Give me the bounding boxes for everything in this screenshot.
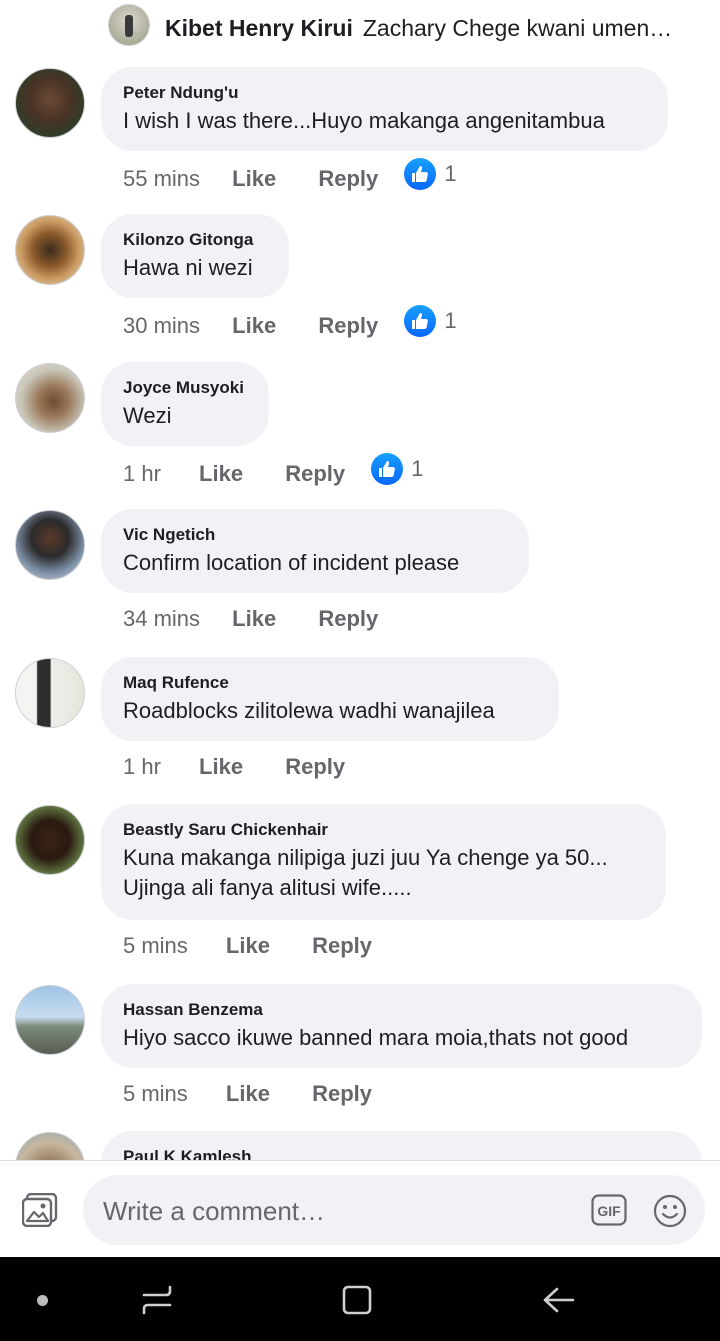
gif-icon[interactable]: GIF (591, 1194, 627, 1226)
comment-timestamp[interactable]: 1 hr (123, 754, 161, 780)
comment-actions: 30 mins Like Reply 1 (123, 305, 457, 340)
back-icon[interactable] (541, 1283, 577, 1317)
comment-actions: 5 mins Like Reply (123, 932, 372, 962)
like-button[interactable]: Like (199, 754, 243, 780)
comment-input[interactable] (101, 1189, 575, 1233)
comment-bubble[interactable]: Hassan Benzema Hiyo sacco ikuwe banned m… (101, 984, 702, 1068)
comment-text: Kuna makanga nilipiga juzi juu Ya chenge… (123, 843, 644, 903)
avatar[interactable] (15, 1132, 85, 1160)
reaction-count: 1 (444, 308, 457, 333)
avatar[interactable] (15, 510, 85, 580)
avatar[interactable] (15, 658, 85, 728)
comment-author[interactable]: Hassan Benzema (123, 999, 680, 1020)
comment-timestamp[interactable]: 34 mins (123, 606, 200, 632)
comment-bubble[interactable]: Kilonzo Gitonga Hawa ni wezi (101, 214, 289, 298)
comment-author[interactable]: Kilonzo Gitonga (123, 229, 267, 250)
home-icon[interactable] (340, 1283, 374, 1317)
reaction-summary[interactable]: 1 (404, 305, 457, 337)
comment-author[interactable]: Vic Ngetich (123, 524, 507, 545)
comment-author[interactable]: Peter Ndung'u (123, 82, 646, 103)
photo-icon[interactable] (21, 1192, 58, 1228)
comment-actions: 34 mins Like Reply (123, 605, 378, 635)
comment-actions: 1 hr Like Reply 1 (123, 453, 424, 488)
comment-timestamp[interactable]: 30 mins (123, 313, 200, 339)
reply-button[interactable]: Reply (312, 933, 372, 959)
comment-author[interactable]: Joyce Musyoki (123, 377, 247, 398)
avatar[interactable] (15, 215, 85, 285)
like-reaction-icon (404, 305, 437, 337)
like-button[interactable]: Like (232, 313, 276, 339)
reply-button[interactable]: Reply (285, 461, 345, 487)
recent-apps-icon[interactable] (140, 1283, 174, 1317)
reply-button[interactable]: Reply (318, 606, 378, 632)
comment-bubble[interactable]: Joyce Musyoki Wezi (101, 362, 269, 446)
comment-bubble[interactable]: Beastly Saru Chickenhair Kuna makanga ni… (101, 804, 666, 920)
reaction-count: 1 (444, 161, 457, 186)
comment-text-line: Kuna makanga nilipiga juzi juu Ya chenge… (123, 845, 608, 870)
reply-button[interactable]: Reply (318, 166, 378, 192)
comment-text: Hiyo sacco ikuwe banned mara moia,thats … (123, 1025, 629, 1050)
emoji-icon[interactable] (653, 1194, 687, 1228)
comment-text: Confirm location of incident please (123, 550, 460, 575)
comment-bubble[interactable]: Paul K Kamlesh (101, 1131, 702, 1160)
comment-bubble[interactable]: Vic Ngetich Confirm location of incident… (101, 509, 529, 593)
like-button[interactable]: Like (232, 166, 276, 192)
reply-button[interactable]: Reply (318, 313, 378, 339)
comment-text-line: Ujinga ali fanya alitusi wife..... (123, 875, 412, 900)
like-reaction-icon (371, 453, 404, 485)
avatar[interactable] (108, 4, 150, 46)
avatar[interactable] (15, 985, 85, 1055)
comment-timestamp[interactable]: 5 mins (123, 933, 188, 959)
reaction-summary[interactable]: 1 (404, 158, 457, 190)
comment-text: Hawa ni wezi (123, 255, 253, 280)
comment-input-container[interactable]: GIF (83, 1175, 705, 1245)
comment-actions: 55 mins Like Reply 1 (123, 158, 457, 193)
comment-text: Wezi (123, 403, 172, 428)
comment-item: Paul K Kamlesh (0, 1130, 720, 1160)
comment-actions: 5 mins Like Reply (123, 1080, 372, 1110)
previous-reply-text: Kibet Henry Kirui Zachary Chege kwani ume… (165, 15, 675, 42)
avatar[interactable] (15, 363, 85, 433)
reply-button[interactable]: Reply (285, 754, 345, 780)
reaction-count: 1 (411, 456, 424, 481)
comment-timestamp[interactable]: 5 mins (123, 1081, 188, 1107)
previous-reply[interactable]: Kibet Henry Kirui Zachary Chege kwani ume… (0, 0, 720, 60)
gif-label: GIF (597, 1203, 621, 1219)
like-button[interactable]: Like (226, 933, 270, 959)
comment-composer: GIF (0, 1160, 720, 1258)
comment-text: Roadblocks zilitolewa wadhi wanajilea (123, 698, 495, 723)
comment-timestamp[interactable]: 55 mins (123, 166, 200, 192)
comment-author[interactable]: Maq Rufence (123, 672, 537, 693)
reply-preview: Zachary Chege kwani umen… (362, 15, 673, 41)
comment-bubble[interactable]: Peter Ndung'u I wish I was there...Huyo … (101, 67, 668, 151)
comment-bubble[interactable]: Maq Rufence Roadblocks zilitolewa wadhi … (101, 657, 559, 741)
like-button[interactable]: Like (226, 1081, 270, 1107)
comment-text: I wish I was there...Huyo makanga angeni… (123, 108, 605, 133)
comment-author[interactable]: Paul K Kamlesh (123, 1146, 680, 1160)
like-reaction-icon (404, 158, 437, 190)
like-button[interactable]: Like (199, 461, 243, 487)
reaction-summary[interactable]: 1 (371, 453, 424, 485)
like-button[interactable]: Like (232, 606, 276, 632)
system-navigation-bar (0, 1257, 720, 1341)
avatar[interactable] (15, 68, 85, 138)
comment-actions: 1 hr Like Reply (123, 753, 345, 783)
avatar[interactable] (15, 805, 85, 875)
reply-button[interactable]: Reply (312, 1081, 372, 1107)
comment-timestamp[interactable]: 1 hr (123, 461, 161, 487)
reply-author[interactable]: Kibet Henry Kirui (165, 15, 353, 41)
comment-author[interactable]: Beastly Saru Chickenhair (123, 819, 644, 840)
nav-dot-icon[interactable] (37, 1295, 48, 1306)
